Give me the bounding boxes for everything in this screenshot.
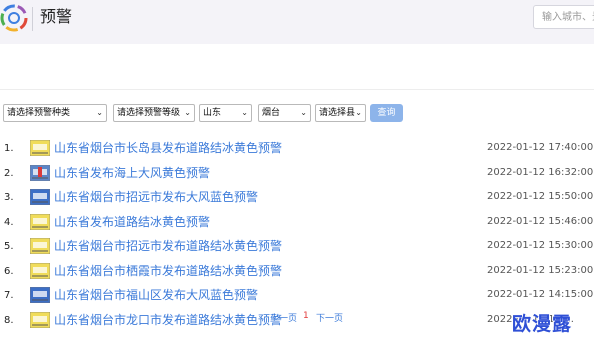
warning-title-link[interactable]: 山东省发布道路结冰黄色预警 <box>54 214 210 230</box>
county-select[interactable]: 请选择县 ⌄ <box>315 104 366 122</box>
row-index: 5. <box>4 241 14 252</box>
city-value: 烟台 <box>262 108 281 118</box>
warning-row[interactable]: 5. 山东省烟台市招远市发布道路结冰黄色预警 2022-01-12 15:30:00 <box>0 237 594 261</box>
watermark-logo: 欧漫露 <box>512 313 573 335</box>
province-value: 山东 <box>203 108 222 118</box>
warning-level-select[interactable]: 请选择预警等级 ⌄ <box>113 104 195 122</box>
top-header: 预警 输入城市、景 <box>0 0 594 44</box>
warning-title-link[interactable]: 山东省发布海上大风黄色预警 <box>54 165 210 181</box>
road-icing-yellow-icon <box>30 311 50 328</box>
row-index: 7. <box>4 290 14 301</box>
chevron-down-icon: ⌄ <box>184 108 191 117</box>
warning-title-link[interactable]: 山东省烟台市招远市发布道路结冰黄色预警 <box>54 238 282 254</box>
app-logo-icon <box>0 4 28 32</box>
chevron-down-icon: ⌄ <box>355 108 362 117</box>
warning-row[interactable]: 3. 山东省烟台市招远市发布大风蓝色预警 2022-01-12 15:50:00 <box>0 188 594 212</box>
next-page-link[interactable]: 下一页 <box>316 311 343 324</box>
warning-row[interactable]: 6. 山东省烟台市栖霞市发布道路结冰黄色预警 2022-01-12 15:23:00 <box>0 262 594 286</box>
warning-time: 2022-01-12 14:15:00 <box>487 289 594 300</box>
warning-type-select[interactable]: 请选择预警种类 ⌄ <box>3 104 107 122</box>
prev-page-link[interactable]: 上一页 <box>270 311 297 324</box>
gale-red-icon <box>30 164 50 181</box>
province-select[interactable]: 山东 ⌄ <box>199 104 252 122</box>
warning-title-link[interactable]: 山东省烟台市栖霞市发布道路结冰黄色预警 <box>54 263 282 279</box>
warning-row[interactable]: 1. 山东省烟台市长岛县发布道路结冰黄色预警 2022-01-12 17:40:00 <box>0 139 594 163</box>
warning-row[interactable]: 4. 山东省发布道路结冰黄色预警 2022-01-12 15:46:00 <box>0 213 594 237</box>
warning-time: 2022-01-12 15:23:00 <box>487 264 594 276</box>
warning-time: 2022-01-12 17:40:00 <box>487 142 594 153</box>
chevron-down-icon: ⌄ <box>241 108 248 117</box>
row-index: 1. <box>4 143 14 154</box>
county-value: 请选择县 <box>319 108 356 118</box>
warning-time: 2022-01-12 15:30:00 <box>487 240 594 251</box>
warning-title-link[interactable]: 山东省烟台市招远市发布大风蓝色预警 <box>54 189 258 205</box>
warning-level-value: 请选择预警等级 <box>117 108 181 118</box>
road-icing-yellow-icon <box>30 238 50 254</box>
city-select[interactable]: 烟台 ⌄ <box>258 104 311 122</box>
warning-title-link[interactable]: 山东省烟台市福山区发布大风蓝色预警 <box>54 287 258 303</box>
row-index: 8. <box>4 314 14 326</box>
warning-title-link[interactable]: 山东省烟台市龙口市发布道路结冰黄色预警 <box>54 312 282 328</box>
row-index: 3. <box>4 192 14 203</box>
gale-blue-icon <box>30 189 50 205</box>
road-icing-yellow-icon <box>30 140 50 156</box>
warning-title-link[interactable]: 山东省烟台市长岛县发布道路结冰黄色预警 <box>54 140 282 156</box>
query-button[interactable]: 查询 <box>370 104 403 122</box>
section-divider <box>0 89 594 90</box>
gale-blue-icon <box>30 287 50 303</box>
current-page-number[interactable]: 1 <box>303 311 309 321</box>
warning-row[interactable]: 7. 山东省烟台市福山区发布大风蓝色预警 2022-01-12 14:15:00 <box>0 286 594 310</box>
header-divider <box>32 7 33 31</box>
road-icing-yellow-icon <box>30 262 50 279</box>
row-index: 6. <box>4 265 14 277</box>
warning-time: 2022-01-12 16:32:00 <box>487 166 594 178</box>
row-index: 4. <box>4 216 14 228</box>
warning-type-value: 请选择预警种类 <box>7 108 71 118</box>
city-search-input[interactable]: 输入城市、景 <box>533 5 594 29</box>
warning-time: 2022-01-12 15:50:00 <box>487 191 594 202</box>
road-icing-yellow-icon <box>30 213 50 230</box>
chevron-down-icon: ⌄ <box>300 108 307 117</box>
chevron-down-icon: ⌄ <box>96 108 103 117</box>
page-title: 预警 <box>40 7 73 26</box>
warning-time: 2022-01-12 15:46:00 <box>487 215 594 227</box>
row-index: 2. <box>4 167 14 179</box>
warning-row[interactable]: 2. 山东省发布海上大风黄色预警 2022-01-12 16:32:00 <box>0 164 594 188</box>
